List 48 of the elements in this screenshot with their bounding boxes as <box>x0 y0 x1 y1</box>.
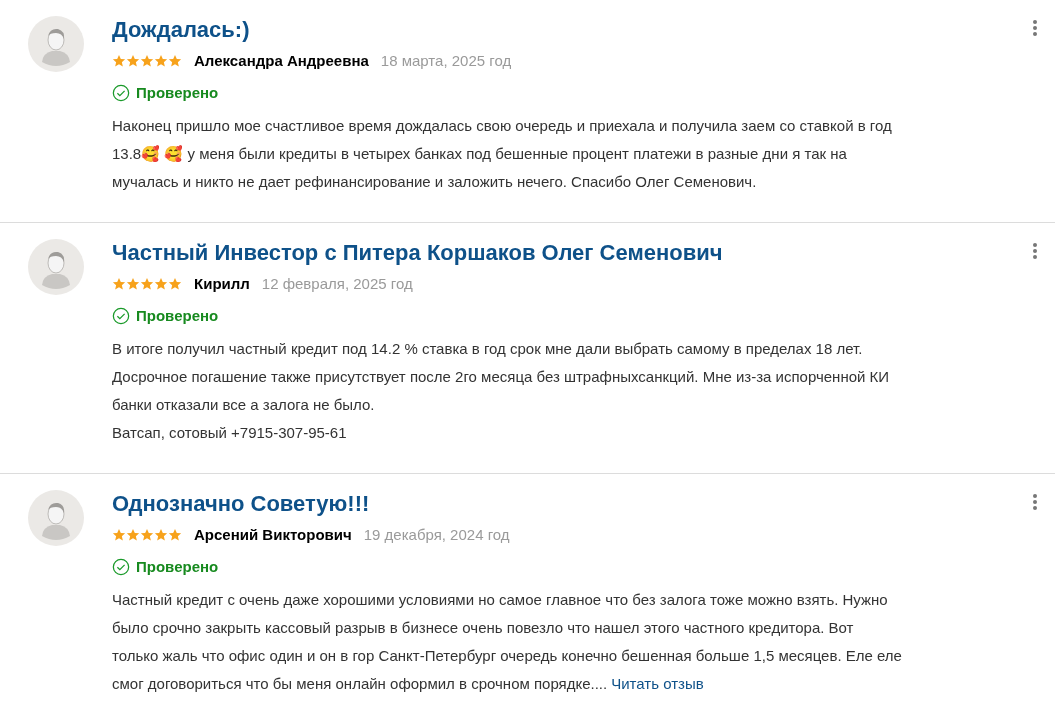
avatar <box>28 490 84 546</box>
check-circle-icon <box>112 83 130 102</box>
author-name: Александра Андреевна <box>194 51 369 71</box>
star-icon <box>112 54 126 69</box>
star-icon <box>140 54 154 69</box>
star-icon <box>126 528 140 543</box>
review-text: 13.8🥰 🥰 у меня были кредиты в четырех банках под бешенные процент платежи в разные дни я так на <box>112 144 848 164</box>
star-icon <box>126 277 140 292</box>
review-text: Частный кредит с очень даже хорошими условиями но самое главное что без залога тоже можно взять. Нужно <box>112 590 889 610</box>
kebab-icon <box>1033 20 1037 36</box>
verified-label: Проверено <box>136 82 219 103</box>
review-text: смог договориться что бы меня онлайн оформил в срочном порядке.... <box>112 674 608 694</box>
review-date: 18 марта, 2025 год <box>380 51 512 71</box>
kebab-icon <box>1033 243 1037 259</box>
review-text: мучалась и никто не дает рефинансирование и заложить нечего. Спасибо Олег Семенович. <box>112 172 758 192</box>
avatar <box>28 239 84 295</box>
star-icon <box>154 528 168 543</box>
kebab-icon <box>1033 494 1037 510</box>
check-circle-icon <box>112 306 130 325</box>
review-title[interactable]: Однозначно Советую!!! <box>112 490 370 518</box>
review-text: банки отказали все а залога не было. <box>112 395 376 415</box>
star-icon <box>112 277 126 292</box>
star-icon <box>168 54 182 69</box>
review-text: Досрочное погашение также присутствует после 2го месяца без штрафныхсанкций. Мне из-за испорченной КИ <box>112 367 891 387</box>
author-name: Арсений Викторович <box>194 525 352 545</box>
read-more-link[interactable]: Читать отзыв <box>611 670 704 698</box>
star-icon <box>140 277 154 292</box>
review-text: только жаль что офис один и он в гор Санкт-Петербург очередь конечно бешенная больше 1,5 месяцев. Еле еле <box>112 646 903 666</box>
check-circle-icon <box>112 557 130 576</box>
author-name: Кирилл <box>194 274 250 294</box>
review-title[interactable]: Дождалась:) <box>112 16 250 44</box>
star-icon <box>126 54 140 69</box>
review-text: Наконец пришло мое счастливое время дождалась свою очередь и приехала и получила заем со ставкой в год <box>112 116 893 136</box>
star-icon <box>154 277 168 292</box>
avatar <box>28 16 84 72</box>
review-text: было срочно закрыть кассовый разрыв в бизнесе очень повезло что нашел этого частного кредитора. Вот <box>112 618 855 638</box>
review-title[interactable]: Частный Инвестор с Питера Коршаков Олег Семенович <box>112 239 723 267</box>
star-icon <box>140 528 154 543</box>
star-icon <box>112 528 126 543</box>
review-date: 12 февраля, 2025 год <box>261 274 413 294</box>
verified-label: Проверено <box>136 556 219 577</box>
star-icon <box>168 528 182 543</box>
star-icon <box>168 277 182 292</box>
review-text: В итоге получил частный кредит под 14.2 % ставка в год срок мне дали выбрать самому в пределах 18 лет. <box>112 339 864 359</box>
star-icon <box>154 54 168 69</box>
review-text: Ватсап, сотовый +7915-307-95-61 <box>112 423 348 443</box>
review-date: 19 декабря, 2024 год <box>363 525 510 545</box>
verified-label: Проверено <box>136 305 219 326</box>
